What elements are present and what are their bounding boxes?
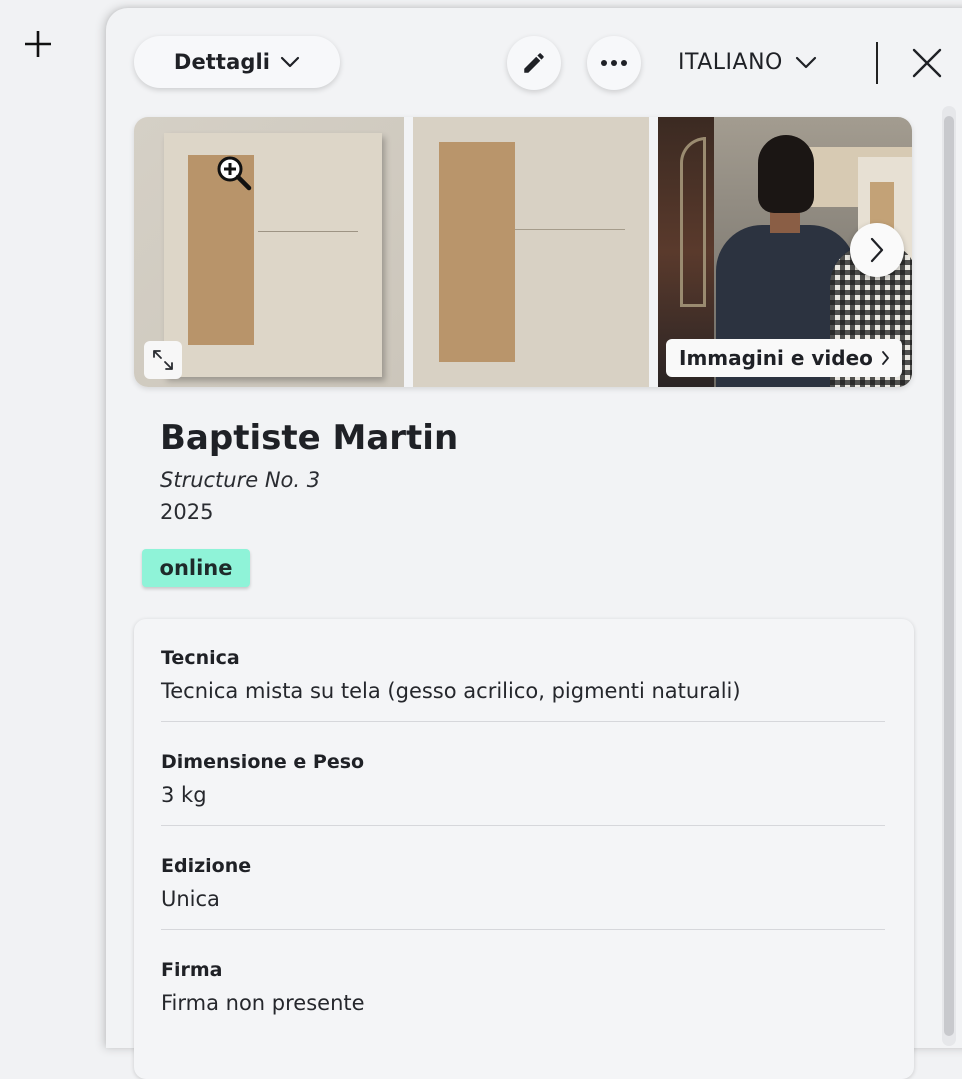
detail-dimensions: Dimensione e Peso 3 kg	[161, 751, 885, 807]
images-and-video-link[interactable]: Immagini e video	[666, 339, 902, 377]
details-card: Tecnica Tecnica mista su tela (gesso acr…	[134, 619, 914, 1079]
ellipsis-icon	[601, 60, 627, 66]
image-gallery: Immagini e video	[134, 117, 912, 387]
detail-signature: Firma Firma non presente	[161, 959, 885, 1015]
toolbar-divider	[876, 42, 878, 84]
media-link-label: Immagini e video	[679, 346, 873, 370]
detail-label: Edizione	[161, 855, 252, 877]
artwork-canvas-photo	[164, 133, 382, 377]
expand-button[interactable]	[144, 341, 182, 379]
more-options-button[interactable]	[587, 36, 641, 90]
chevron-right-icon	[870, 237, 884, 263]
detail-value: Tecnica mista su tela (gesso acrilico, p…	[161, 679, 741, 703]
detail-divider	[161, 929, 885, 930]
scrollbar-thumb[interactable]	[944, 116, 954, 1036]
artwork-title: Structure No. 3	[160, 468, 321, 492]
view-selector-label: Dettagli	[173, 50, 271, 74]
detail-value: Unica	[161, 887, 220, 911]
close-button[interactable]	[908, 44, 946, 82]
panel-scrollbar[interactable]	[942, 106, 956, 1046]
chevron-down-icon	[795, 56, 816, 68]
detail-label: Dimensione e Peso	[161, 751, 365, 773]
view-selector-button[interactable]: Dettagli	[134, 36, 340, 88]
add-button[interactable]	[22, 28, 54, 60]
detail-divider	[161, 825, 885, 826]
edit-button[interactable]	[507, 36, 561, 90]
gallery-image-2[interactable]	[413, 117, 649, 387]
expand-icon	[153, 350, 173, 370]
panel-toolbar: Dettagli ITALIANO	[106, 8, 962, 108]
detail-label: Tecnica	[161, 647, 240, 669]
detail-value: 3 kg	[161, 783, 207, 807]
detail-value: Firma non presente	[161, 991, 365, 1015]
gallery-next-button[interactable]	[850, 223, 904, 277]
artist-photo	[758, 135, 814, 213]
artwork-year: 2025	[160, 500, 214, 524]
artwork-detail-panel: Dettagli ITALIANO Immagini e video Bapti…	[106, 8, 962, 1079]
zoom-in-icon[interactable]	[216, 155, 252, 191]
status-badge: online	[142, 549, 250, 587]
chevron-down-icon	[280, 56, 300, 68]
chevron-right-icon	[881, 351, 889, 365]
detail-technique: Tecnica Tecnica mista su tela (gesso acr…	[161, 647, 885, 703]
gallery-image-3[interactable]: Immagini e video	[658, 117, 912, 387]
detail-edition: Edizione Unica	[161, 855, 885, 911]
language-selector[interactable]: ITALIANO	[678, 42, 817, 82]
gallery-image-1[interactable]	[134, 117, 404, 387]
language-label: ITALIANO	[678, 49, 783, 75]
close-icon	[912, 48, 942, 78]
plus-icon	[25, 31, 51, 57]
detail-divider	[161, 721, 885, 722]
detail-label: Firma	[161, 959, 223, 981]
pencil-icon	[524, 53, 544, 73]
artist-name: Baptiste Martin	[160, 418, 459, 458]
